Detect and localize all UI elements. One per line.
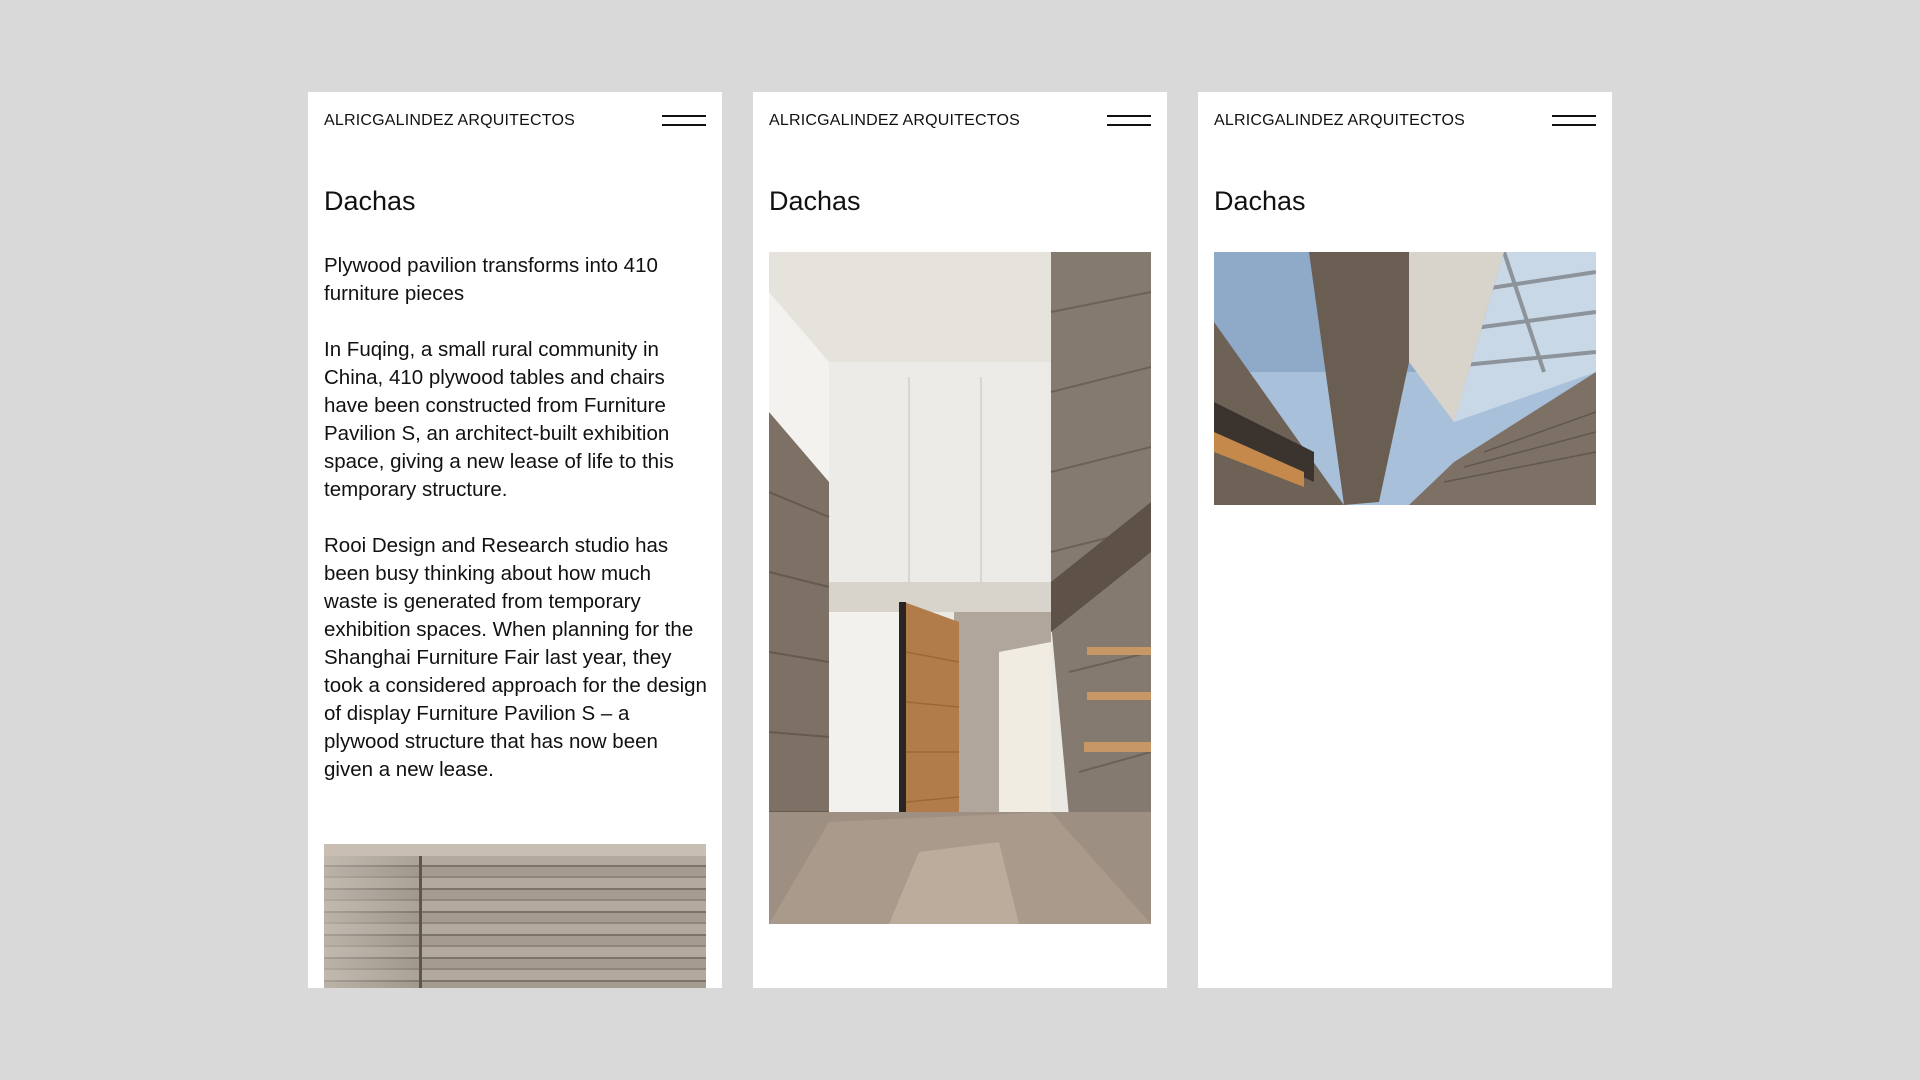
skylight-photo xyxy=(1214,252,1596,505)
interior-pivot-door-photo xyxy=(769,252,1151,924)
header: ALRICGALINDEZ ARQUITECTOS xyxy=(324,110,706,134)
page-title: Dachas xyxy=(769,186,861,216)
mobile-screen-article: ALRICGALINDEZ ARQUITECTOS Dachas Plywood… xyxy=(308,92,722,988)
page-title: Dachas xyxy=(324,186,416,216)
hamburger-menu-icon[interactable] xyxy=(1107,112,1151,130)
article-paragraph: In Fuqing, a small rural community in Ch… xyxy=(324,338,674,501)
article-paragraph: Rooi Design and Research studio has been… xyxy=(324,534,707,781)
concrete-wall-photo xyxy=(324,844,706,988)
hamburger-menu-icon[interactable] xyxy=(662,112,706,130)
brand-logo[interactable]: ALRICGALINDEZ ARQUITECTOS xyxy=(1214,112,1465,130)
mobile-screen-gallery: ALRICGALINDEZ ARQUITECTOS Dachas xyxy=(753,92,1167,988)
brand-logo[interactable]: ALRICGALINDEZ ARQUITECTOS xyxy=(769,112,1020,130)
hamburger-menu-icon[interactable] xyxy=(1552,112,1596,130)
header: ALRICGALINDEZ ARQUITECTOS xyxy=(1214,110,1596,134)
header: ALRICGALINDEZ ARQUITECTOS xyxy=(769,110,1151,134)
article-lead: Plywood pavilion transforms into 410 fur… xyxy=(324,254,658,305)
mobile-screen-gallery: ALRICGALINDEZ ARQUITECTOS Dachas xyxy=(1198,92,1612,988)
page-title: Dachas xyxy=(1214,186,1306,216)
brand-logo[interactable]: ALRICGALINDEZ ARQUITECTOS xyxy=(324,112,575,130)
article-body: Plywood pavilion transforms into 410 fur… xyxy=(324,252,710,812)
